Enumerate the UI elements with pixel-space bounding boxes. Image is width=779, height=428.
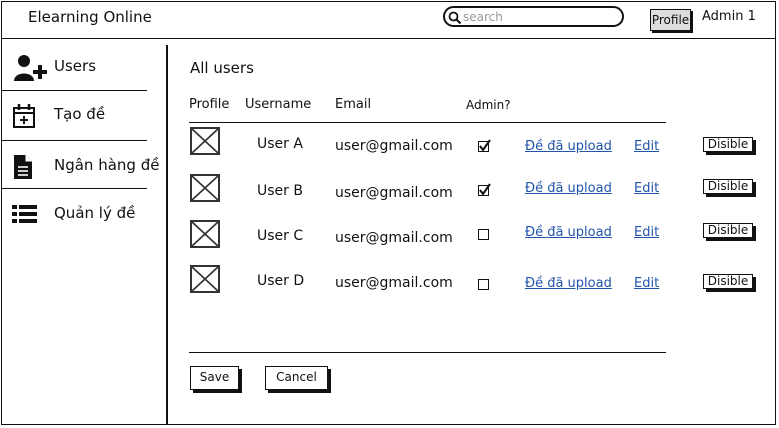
email-cell: user@gmail.com — [335, 275, 453, 291]
profile-image-placeholder-icon — [190, 127, 220, 155]
disable-button[interactable]: Disible — [703, 223, 753, 238]
add-user-icon — [14, 55, 47, 81]
email-cell: user@gmail.com — [335, 230, 453, 246]
calendar-add-icon — [13, 104, 35, 128]
admin-checkbox[interactable] — [478, 229, 489, 240]
table-row: User D user@gmail.com Đề đã upload Edit … — [0, 265, 779, 305]
profile-image-placeholder-icon — [190, 174, 220, 202]
checkmark-icon — [479, 183, 491, 196]
checkmark-icon — [479, 139, 491, 152]
admin-checkbox[interactable] — [478, 183, 491, 196]
profile-button[interactable]: Profile — [650, 9, 691, 31]
uploaded-exams-link[interactable]: Đề đã upload — [525, 276, 612, 291]
column-header-admin: Admin? — [466, 98, 511, 112]
username-cell: User A — [257, 136, 303, 152]
uploaded-exams-link[interactable]: Đề đã upload — [525, 181, 612, 196]
page-title: All users — [190, 59, 254, 77]
search-icon — [448, 11, 462, 25]
username-cell: User D — [257, 273, 305, 289]
admin-checkbox[interactable] — [478, 139, 491, 152]
disable-button[interactable]: Disible — [703, 179, 753, 194]
edit-link[interactable]: Edit — [634, 139, 659, 154]
cancel-button[interactable]: Cancel — [265, 366, 328, 390]
table-row: User C user@gmail.com Đề đã upload Edit … — [0, 220, 779, 260]
table-row: User A user@gmail.com Đề đã upload Edit … — [0, 127, 779, 167]
sidebar-item-label: Users — [54, 57, 97, 75]
search-box[interactable] — [443, 6, 624, 27]
column-header-username: Username — [245, 97, 312, 112]
column-header-email: Email — [335, 97, 372, 112]
disable-button[interactable]: Disible — [703, 137, 753, 152]
email-cell: user@gmail.com — [335, 138, 453, 154]
uploaded-exams-link[interactable]: Đề đã upload — [525, 225, 612, 240]
sidebar-item-label: Tạo đề — [54, 105, 106, 123]
column-header-profile: Profile — [189, 97, 230, 112]
edit-link[interactable]: Edit — [634, 181, 659, 196]
disable-button[interactable]: Disible — [703, 274, 753, 289]
sidebar-separator — [2, 90, 147, 91]
table-row: User B user@gmail.com Đề đã upload Edit … — [0, 174, 779, 214]
profile-image-placeholder-icon — [190, 220, 220, 248]
uploaded-exams-link[interactable]: Đề đã upload — [525, 139, 612, 154]
edit-link[interactable]: Edit — [634, 225, 659, 240]
username-cell: User B — [257, 183, 303, 199]
search-input[interactable] — [463, 9, 613, 24]
table-footer-divider — [189, 352, 666, 353]
profile-image-placeholder-icon — [190, 265, 220, 293]
email-cell: user@gmail.com — [335, 185, 453, 201]
sidebar-item-users[interactable]: Users — [0, 45, 165, 91]
edit-link[interactable]: Edit — [634, 276, 659, 291]
save-button[interactable]: Save — [190, 366, 239, 390]
app-title: Elearning Online — [28, 8, 152, 26]
table-header-divider — [189, 122, 666, 123]
current-user-name: Admin 1 — [702, 9, 756, 24]
admin-checkbox[interactable] — [478, 279, 489, 290]
username-cell: User C — [257, 228, 304, 244]
header-divider — [2, 38, 776, 39]
